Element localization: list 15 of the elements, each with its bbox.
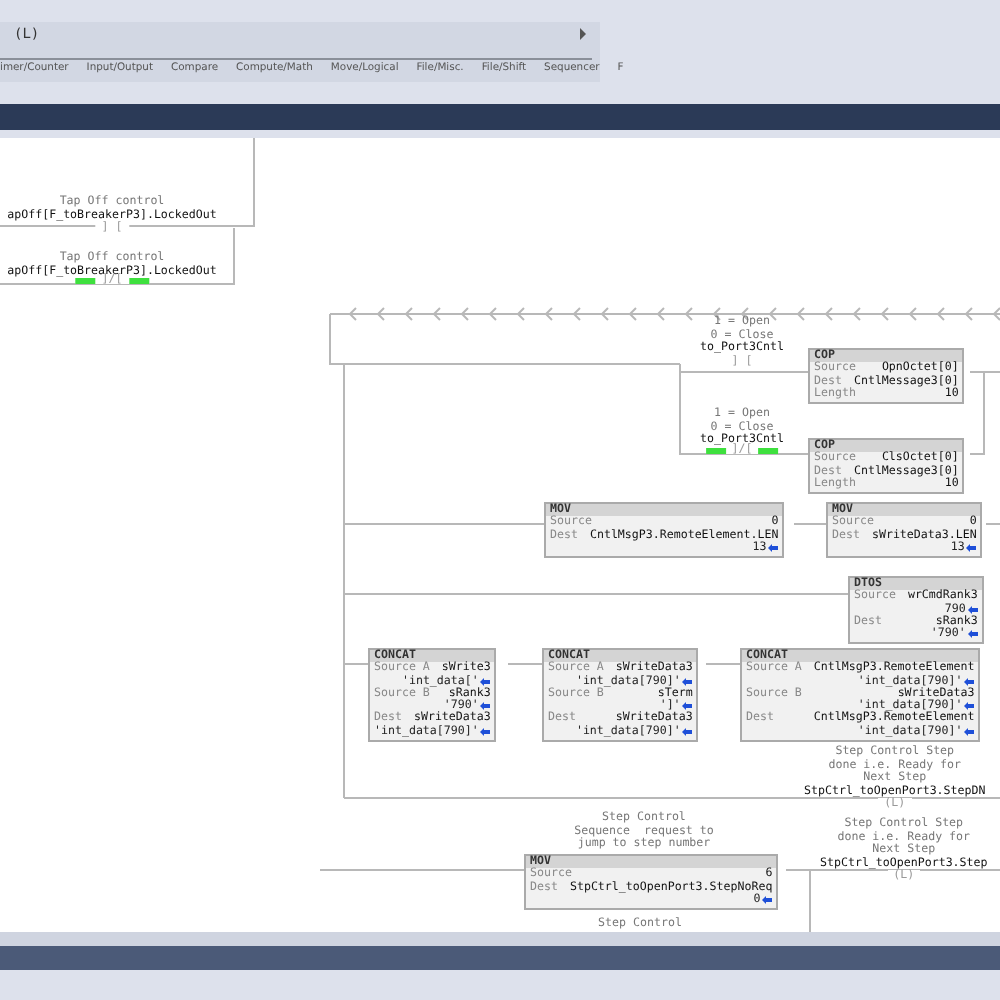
value-marker-icon: [682, 677, 693, 686]
value-marker-icon: [966, 544, 977, 553]
value-marker-icon: [762, 896, 773, 905]
value-marker-icon: [682, 702, 693, 711]
value-marker-icon: [480, 727, 491, 736]
value-marker-icon: [967, 605, 978, 614]
value-marker-icon: [682, 727, 693, 736]
value-marker-icon: [964, 727, 975, 736]
value-marker-icon: [480, 702, 491, 711]
value-marker-icon: [967, 630, 978, 639]
value-marker-icon: [480, 677, 491, 686]
value-marker-icon: [964, 702, 975, 711]
scroll-right-icon[interactable]: [580, 28, 586, 40]
value-marker-icon: [964, 677, 975, 686]
value-marker-icon: [768, 544, 779, 553]
